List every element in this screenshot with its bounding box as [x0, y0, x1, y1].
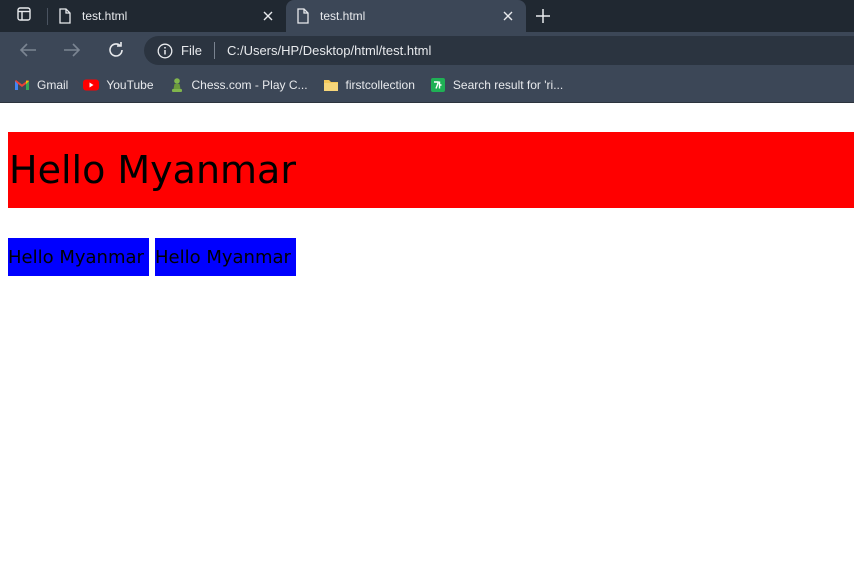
- tab-strip: test.html test.html: [0, 0, 854, 32]
- tab-title: test.html: [82, 9, 128, 23]
- forward-button[interactable]: [50, 32, 94, 68]
- bookmark-label: Search result for 'ri...: [452, 78, 564, 92]
- document-icon: [296, 8, 310, 24]
- back-button[interactable]: [6, 32, 50, 68]
- close-tab-button[interactable]: [500, 8, 516, 24]
- bookmark-chess[interactable]: Chess.com - Play C...: [162, 72, 316, 98]
- tab-title: test.html: [320, 9, 366, 23]
- bookmark-search-result[interactable]: Search result for 'ri...: [423, 72, 571, 98]
- bookmarks-bar: Gmail YouTube Chess.com - Play C... firs…: [0, 68, 854, 103]
- forward-arrow-icon: [64, 43, 81, 57]
- gmail-icon: [14, 77, 30, 93]
- scheme-label: File: [181, 43, 202, 58]
- page-heading: Hello Myanmar: [9, 148, 296, 192]
- new-tab-button[interactable]: [526, 0, 560, 32]
- blue-box: Hello Myanmar: [155, 238, 296, 276]
- site-info-icon[interactable]: [157, 43, 173, 59]
- bookmark-folder-firstcollection[interactable]: firstcollection: [316, 72, 423, 98]
- tab-test-html-2[interactable]: test.html: [286, 0, 526, 32]
- bookmark-label: firstcollection: [345, 78, 415, 92]
- back-arrow-icon: [19, 43, 36, 57]
- address-separator: [213, 42, 215, 59]
- address-bar[interactable]: File C:/Users/HP/Desktop/html/test.html: [144, 36, 854, 65]
- close-icon: [503, 11, 513, 21]
- page-content: Hello Myanmar Hello Myanmar Hello Myanma…: [0, 103, 854, 569]
- youtube-icon: [83, 77, 100, 93]
- plus-icon: [536, 9, 550, 23]
- close-tab-button[interactable]: [260, 8, 276, 24]
- document-icon: [58, 8, 72, 24]
- heading-box: Hello Myanmar: [8, 132, 854, 208]
- tab-actions-button[interactable]: [0, 0, 48, 32]
- bookmark-youtube[interactable]: YouTube: [76, 72, 161, 98]
- folder-icon: [323, 77, 339, 93]
- bookmark-label: YouTube: [106, 78, 154, 92]
- bookmark-label: Gmail: [37, 78, 69, 92]
- navigation-toolbar: File C:/Users/HP/Desktop/html/test.html: [0, 32, 854, 68]
- url-text[interactable]: C:/Users/HP/Desktop/html/test.html: [227, 43, 431, 58]
- green-ga-icon: [430, 77, 446, 93]
- close-icon: [263, 11, 273, 21]
- bookmark-label: Chess.com - Play C...: [191, 78, 308, 92]
- reload-icon: [109, 42, 123, 57]
- blue-box: Hello Myanmar: [8, 238, 149, 276]
- chess-pawn-icon: [169, 77, 185, 93]
- bookmark-gmail[interactable]: Gmail: [7, 72, 76, 98]
- tab-actions-icon: [16, 6, 32, 27]
- reload-button[interactable]: [94, 32, 138, 68]
- tab-test-html-1[interactable]: test.html: [48, 0, 286, 32]
